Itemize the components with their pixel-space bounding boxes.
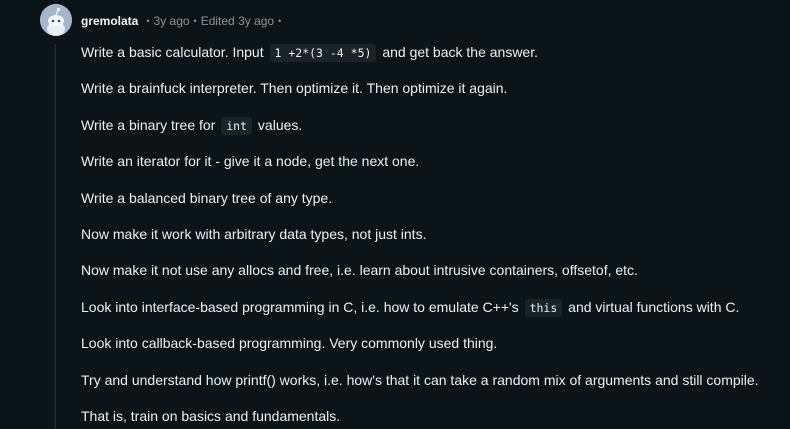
comment-body: Write a basic calculator. Input 1 +2*(3 … — [81, 42, 781, 429]
comment-paragraph: Write a brainfuck interpreter. Then opti… — [81, 80, 508, 97]
inline-code: int — [221, 116, 253, 135]
edited-label: Edited 3y ago — [200, 14, 275, 28]
comment-paragraph: Now make it not use any allocs and free,… — [81, 262, 638, 279]
separator-dot: • — [193, 16, 197, 26]
comment-paragraph: Write a basic calculator. Input 1 +2*(3 … — [81, 44, 538, 62]
comment-paragraph: Look into callback-based programming. Ve… — [81, 335, 498, 352]
comment-paragraph: Now make it work with arbitrary data typ… — [81, 225, 427, 242]
inline-code: this — [524, 298, 563, 317]
timestamp[interactable]: 3y ago — [154, 14, 190, 28]
comment-paragraph: Write an iterator for it - give it a nod… — [81, 153, 420, 170]
separator-dot: • — [278, 16, 282, 26]
thread-line[interactable] — [55, 44, 56, 429]
user-avatar-icon[interactable] — [40, 4, 72, 36]
comment-paragraph: Write a binary tree for int values. — [81, 116, 303, 135]
comment-paragraph: Write a balanced binary tree of any type… — [81, 189, 333, 206]
comment: gremolata • 3y ago • Edited 3y ago • Wri… — [0, 0, 790, 429]
comment-paragraph: Look into interface-based programming in… — [81, 298, 740, 317]
comment-paragraph: That is, train on basics and fundamental… — [81, 407, 341, 424]
author-username[interactable]: gremolata — [81, 14, 138, 28]
separator-dot: • — [146, 16, 150, 26]
comment-meta: gremolata • 3y ago • Edited 3y ago • — [81, 12, 285, 30]
inline-code: 1 +2*(3 -4 *5) — [269, 44, 377, 62]
comment-paragraph: Try and understand how printf() works, i… — [81, 371, 759, 388]
